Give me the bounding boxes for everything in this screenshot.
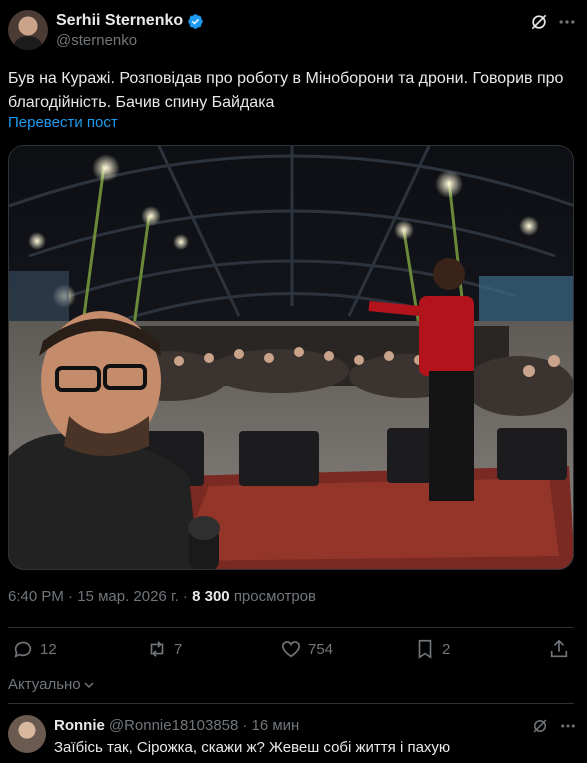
bookmark-button[interactable]: 2 [414,638,450,660]
views-label: просмотров [233,588,316,605]
reply-button[interactable]: 12 [12,638,57,660]
reply-item[interactable]: Ronnie @Ronnie18103858 · 16 мин Заїбісь … [8,715,579,763]
grok-icon[interactable] [529,12,549,32]
reply-header: Ronnie @Ronnie18103858 · 16 мин [54,717,299,734]
more-icon[interactable] [559,719,577,733]
repost-count: 7 [174,640,183,658]
post-meta: 6:40 PM · 15 мар. 2026 г. · 8 300 просмо… [8,588,316,605]
post-time[interactable]: 6:40 PM [8,588,64,605]
share-button[interactable] [548,638,570,660]
post-text: Був на Куражі. Розповідав про роботу в М… [8,70,564,111]
divider-replies [8,703,574,704]
bookmark-count: 2 [442,640,451,658]
repost-button[interactable]: 7 [146,638,182,660]
reply-author-avatar[interactable] [8,715,46,753]
translate-post-link[interactable]: Перевести пост [8,114,118,131]
author-name-row: Serhii Sternenko [56,12,204,30]
like-count: 754 [308,640,334,658]
author-handle[interactable]: @sternenko [56,32,204,49]
author-avatar[interactable] [8,10,48,50]
reply-author-handle[interactable]: @Ronnie18103858 [109,717,239,734]
divider-top [8,627,574,628]
meta-separator: · [68,588,74,605]
reply-author-name[interactable]: Ronnie [54,717,105,734]
share-icon [550,639,568,658]
reply-sort-dropdown[interactable]: Актуально [8,676,95,693]
chevron-down-icon [84,681,94,688]
reply-time[interactable]: · 16 мин [242,717,299,734]
views-count: 8 300 [192,588,230,605]
bookmark-icon [418,639,432,659]
post-header: Serhii Sternenko @sternenko [8,10,579,54]
verified-badge-icon [188,13,203,29]
reply-icon [14,641,32,658]
author-block: Serhii Sternenko @sternenko [56,12,204,49]
reply-count: 12 [40,640,57,658]
heart-icon [281,641,301,658]
reply-text: Заїбісь так, Сірожка, скажи ж? Жевеш соб… [54,739,451,756]
meta-separator-2: · [182,588,188,605]
post-image[interactable] [8,145,574,570]
sort-label: Актуально [8,676,81,693]
more-icon[interactable] [557,14,577,30]
author-name[interactable]: Serhii Sternenko [56,12,183,30]
event-photo [9,146,573,569]
grok-icon[interactable] [531,717,549,735]
repost-icon [150,641,164,657]
action-bar: 12 7 754 2 [8,638,574,666]
post-date[interactable]: 15 мар. 2026 г. [77,588,179,605]
like-button[interactable]: 754 [280,638,333,660]
